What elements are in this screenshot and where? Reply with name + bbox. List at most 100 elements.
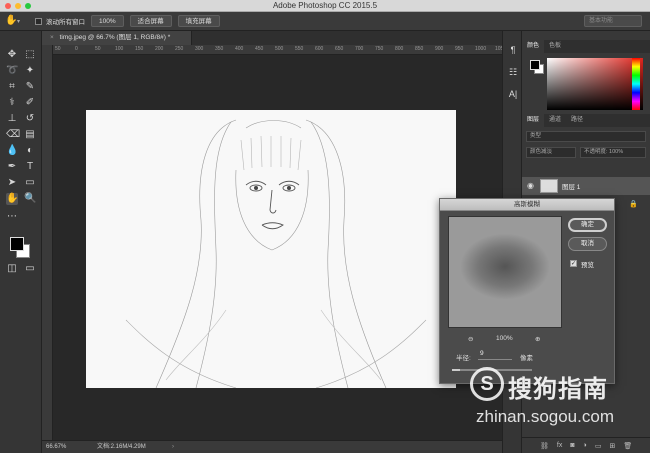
clone-stamp-tool-icon[interactable]: ⊥ bbox=[6, 113, 18, 125]
hand-tool-icon[interactable]: ✋ bbox=[6, 193, 18, 205]
foreground-color-swatch[interactable] bbox=[10, 237, 24, 251]
foreground-color-chip[interactable] bbox=[530, 60, 540, 70]
group-folder-icon[interactable]: ▭ bbox=[595, 442, 602, 450]
zoom-readout[interactable]: 66.67% bbox=[46, 441, 66, 453]
layer-row[interactable]: ◉ 图层 1 bbox=[522, 177, 650, 195]
ruler-tick-label: 0 bbox=[75, 46, 78, 52]
character-icon[interactable]: A| bbox=[507, 89, 519, 101]
ruler-tick-label: 650 bbox=[335, 46, 344, 52]
adjustment-layer-icon[interactable]: ◑ bbox=[583, 442, 587, 449]
document-tab-label: timg.jpeg @ 66.7% (图层 1, RGB/8#) * bbox=[59, 34, 171, 41]
layer-filter-select[interactable]: 类型 bbox=[526, 131, 646, 142]
magic-wand-tool-icon[interactable]: ✦ bbox=[24, 65, 36, 77]
status-bar: 66.67% 文档:2.16M/4.29M › bbox=[42, 440, 502, 453]
preview-checkbox[interactable]: ✓ bbox=[570, 260, 577, 267]
zoom-100-button[interactable]: 100% bbox=[91, 15, 124, 27]
tab-channels[interactable]: 通道 bbox=[544, 114, 566, 127]
eraser-tool-icon[interactable]: ⌫ bbox=[6, 129, 20, 141]
vertical-ruler bbox=[42, 45, 53, 440]
horizontal-ruler: 50 0 50 100 150 200 250 300 350 400 450 500 550 600 65… bbox=[53, 45, 502, 55]
gradient-tool-icon[interactable]: ▤ bbox=[24, 129, 36, 141]
link-layers-icon[interactable]: ⛓ bbox=[540, 442, 549, 450]
hue-slider[interactable] bbox=[632, 58, 640, 110]
blur-tool-icon[interactable]: 💧 bbox=[6, 145, 18, 157]
rectangle-tool-icon[interactable]: ▭ bbox=[24, 177, 36, 189]
zoom-out-icon[interactable]: ⊖ bbox=[468, 335, 473, 343]
tab-swatches[interactable]: 色板 bbox=[544, 40, 566, 53]
options-bar: ✋ ▾ 滚动所有窗口 100% 适合屏幕 填充屏幕 基本功能 bbox=[0, 12, 650, 31]
tab-layers[interactable]: 图层 bbox=[522, 114, 545, 127]
layers-panel-footer: ⛓ fx ◙ ◑ ▭ ⊞ 🗑 bbox=[522, 437, 650, 453]
ruler-tick-label: 550 bbox=[295, 46, 304, 52]
properties-icon[interactable]: ☷ bbox=[507, 67, 519, 79]
window-title: Adobe Photoshop CC 2015.5 bbox=[272, 1, 378, 10]
ruler-tick-label: 500 bbox=[275, 46, 284, 52]
path-selection-tool-icon[interactable]: ➤ bbox=[6, 177, 18, 189]
document-tab[interactable]: × timg.jpeg @ 66.7% (图层 1, RGB/8#) * bbox=[42, 31, 192, 45]
type-tool-icon[interactable]: T bbox=[24, 161, 36, 173]
quick-mask-icon[interactable]: ◫ bbox=[6, 263, 18, 275]
document-info[interactable]: 文档:2.16M/4.29M bbox=[97, 441, 146, 453]
trash-icon[interactable]: 🗑 bbox=[623, 442, 632, 450]
ruler-tick-label: 750 bbox=[375, 46, 384, 52]
radius-label: 半径: bbox=[456, 355, 471, 362]
layer-thumbnail bbox=[540, 179, 558, 193]
layer-style-icon[interactable]: fx bbox=[557, 442, 562, 449]
pen-tool-icon[interactable]: ✒ bbox=[6, 161, 18, 173]
tools-panel: ✥ ⬚ ➰ ✦ ⌗ ✎ ⚕ ✐ ⊥ ↺ ⌫ ▤ 💧 ◐ ✒ T ➤ ▭ ✋ 🔍 … bbox=[0, 31, 42, 453]
visibility-eye-icon[interactable]: ◉ bbox=[527, 181, 534, 190]
ok-button[interactable]: 确定 bbox=[568, 218, 607, 232]
eyedropper-tool-icon[interactable]: ✎ bbox=[24, 81, 36, 93]
new-layer-icon[interactable]: ⊞ bbox=[609, 442, 615, 450]
move-tool-icon[interactable]: ✥ bbox=[6, 49, 18, 61]
layer-name: 图层 1 bbox=[562, 184, 581, 191]
fit-screen-button[interactable]: 适合屏幕 bbox=[129, 15, 172, 27]
dodge-tool-icon[interactable]: ◐ bbox=[24, 145, 36, 157]
blur-preview[interactable] bbox=[448, 216, 562, 328]
cancel-button[interactable]: 取消 bbox=[568, 237, 607, 251]
tab-paths[interactable]: 路径 bbox=[566, 114, 588, 127]
marquee-tool-icon[interactable]: ⬚ bbox=[24, 49, 36, 61]
scroll-all-windows-checkbox[interactable] bbox=[35, 17, 42, 25]
sogou-logo-icon: S bbox=[470, 367, 504, 401]
color-picker-field[interactable] bbox=[547, 58, 643, 110]
ruler-tick-label: 50 bbox=[95, 46, 101, 52]
watermark-brand: 搜狗指南 bbox=[508, 376, 608, 403]
zoom-tool-icon[interactable]: 🔍 bbox=[24, 193, 36, 205]
scroll-all-windows-label: 滚动所有窗口 bbox=[46, 19, 85, 26]
tab-color[interactable]: 颜色 bbox=[522, 40, 545, 53]
ruler-tick-label: 150 bbox=[135, 46, 144, 52]
add-mask-icon[interactable]: ◙ bbox=[570, 442, 574, 449]
ruler-tick-label: 600 bbox=[315, 46, 324, 52]
lasso-tool-icon[interactable]: ➰ bbox=[6, 65, 18, 77]
ruler-tick-label: 250 bbox=[175, 46, 184, 52]
ruler-tick-label: 1050 bbox=[495, 46, 502, 52]
chevron-right-icon[interactable]: › bbox=[172, 441, 174, 453]
ruler-tick-label: 450 bbox=[255, 46, 264, 52]
hand-tool-icon[interactable]: ✋ bbox=[5, 15, 17, 27]
zoom-in-icon[interactable]: ⊕ bbox=[535, 335, 540, 343]
document-image[interactable] bbox=[86, 110, 456, 388]
screen-mode-icon[interactable]: ▭ bbox=[24, 263, 36, 275]
layers-panel-tabs: 图层 通道 路径 bbox=[522, 114, 650, 127]
history-brush-tool-icon[interactable]: ↺ bbox=[24, 113, 36, 125]
opacity-field[interactable]: 不透明度: 100% bbox=[580, 147, 646, 158]
paragraph-icon[interactable]: ¶ bbox=[507, 45, 519, 57]
fill-screen-button[interactable]: 填充屏幕 bbox=[177, 15, 220, 27]
zoom-percent: 100% bbox=[496, 335, 513, 342]
chevron-down-icon[interactable]: ▾ bbox=[17, 18, 23, 25]
ruler-tick-label: 50 bbox=[55, 46, 61, 52]
ruler-tick-label: 900 bbox=[435, 46, 444, 52]
brush-tool-icon[interactable]: ✐ bbox=[24, 97, 36, 109]
close-tab-icon[interactable]: × bbox=[50, 34, 54, 41]
workspace-select[interactable]: 基本功能 bbox=[584, 15, 642, 27]
radius-input[interactable]: 9 bbox=[478, 350, 512, 360]
blend-mode-select[interactable]: 颜色减淡 bbox=[526, 147, 576, 158]
watermark-url: zhinan.sogou.com bbox=[476, 407, 614, 426]
more-tools-icon[interactable]: ⋯ bbox=[6, 211, 18, 223]
healing-brush-tool-icon[interactable]: ⚕ bbox=[6, 97, 18, 109]
ruler-tick-label: 700 bbox=[355, 46, 364, 52]
title-bar: Adobe Photoshop CC 2015.5 bbox=[0, 0, 650, 12]
crop-tool-icon[interactable]: ⌗ bbox=[6, 81, 18, 93]
lock-icon: 🔒 bbox=[629, 201, 638, 208]
